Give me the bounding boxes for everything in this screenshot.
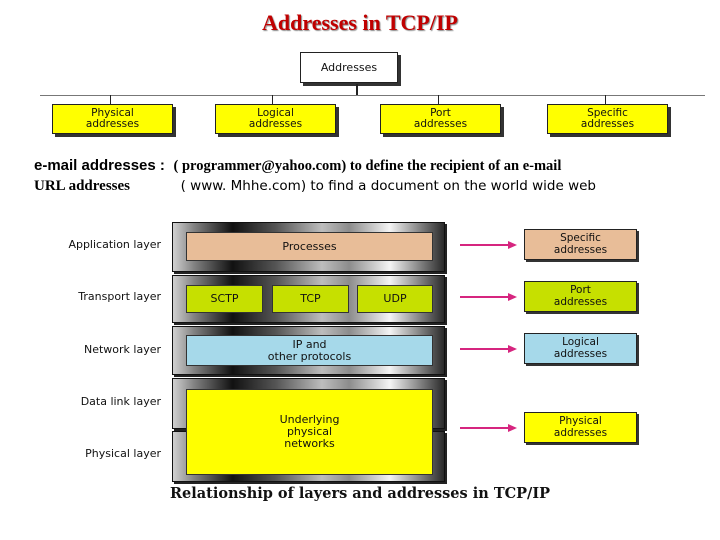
email-text: ( programmer@yahoo.com) to define the re… [173, 158, 562, 174]
arrow-transport-to-port [460, 293, 517, 301]
tree-root-stem [356, 84, 358, 95]
tcp-box: TCP [272, 285, 349, 313]
tree-node-port-addresses: Port addresses [380, 104, 501, 134]
tree-node-physical-addresses: Physical addresses [52, 104, 173, 134]
physical-addresses-box: Physical addresses [524, 412, 637, 443]
udp-box: UDP [357, 285, 433, 313]
specific-addresses-box: Specific addresses [524, 229, 637, 260]
label-transport-layer: Transport layer [78, 290, 161, 303]
tree-root-label: Addresses [320, 61, 378, 74]
label-data-link-layer: Data link layer [80, 395, 161, 408]
url-label: URL addresses [34, 178, 130, 194]
url-info-line: URL addresses ( www. Mhhe.com) to find a… [34, 178, 596, 195]
transport-layer-bar: SCTP TCP UDP [172, 275, 445, 323]
processes-box: Processes [186, 232, 433, 261]
arrow-network-to-logical [460, 345, 517, 353]
slide-title: Addresses in TCP/IP [261, 10, 458, 35]
arrow-application-to-specific [460, 241, 517, 249]
underlying-physical-networks-box: Underlying physical networks [186, 389, 433, 475]
arrow-physical-to-physical-addresses [460, 424, 517, 432]
tree-node-logical-addresses: Logical addresses [215, 104, 336, 134]
network-layer-bar: IP and other protocols [172, 326, 445, 375]
sctp-box: SCTP [186, 285, 263, 313]
figure-caption: Relationship of layers and addresses in … [169, 485, 551, 502]
logical-addresses-box: Logical addresses [524, 333, 637, 364]
ip-protocols-box: IP and other protocols [186, 335, 433, 366]
tree-root-addresses: Addresses [300, 52, 398, 83]
port-addresses-box: Port addresses [524, 281, 637, 312]
email-info-line: e-mail addresses : ( programmer@yahoo.co… [34, 157, 561, 175]
url-text: ( www. Mhhe.com) to find a document on t… [180, 178, 597, 194]
application-layer-bar: Processes [172, 222, 445, 272]
label-network-layer: Network layer [83, 343, 161, 356]
label-application-layer: Application layer [68, 238, 161, 251]
tree-node-specific-addresses: Specific addresses [547, 104, 668, 134]
label-physical-layer: Physical layer [85, 447, 161, 460]
email-label: e-mail addresses : [34, 157, 165, 174]
